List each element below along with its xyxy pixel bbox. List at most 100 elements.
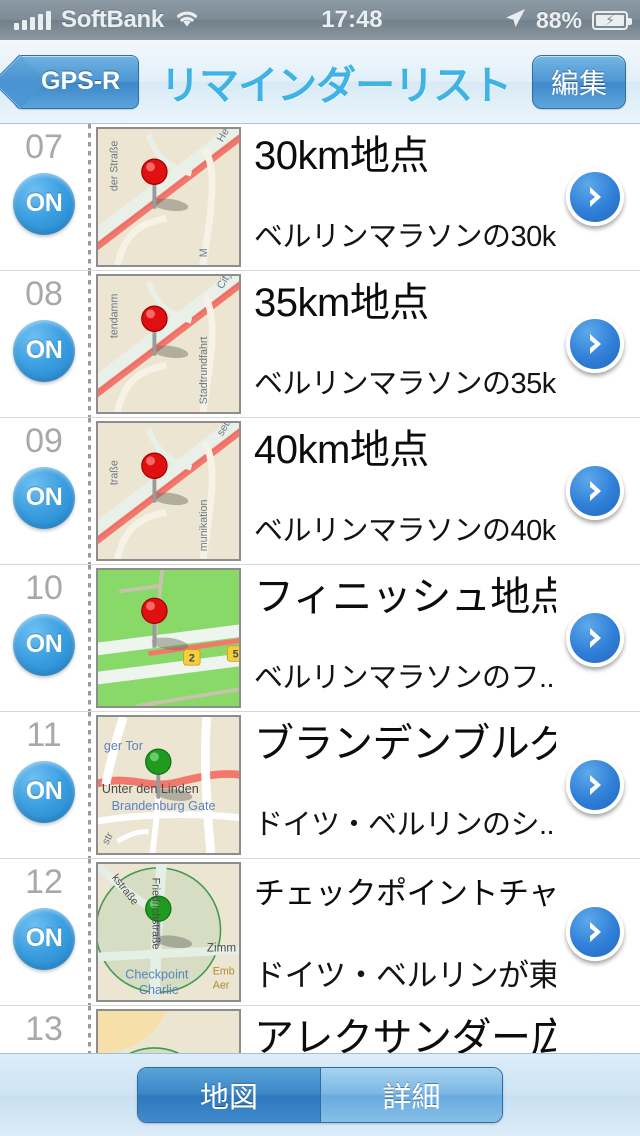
- row-title: ブランデンブルグ門: [254, 722, 556, 766]
- disclosure-chevron-icon[interactable]: [566, 756, 624, 814]
- row-thumbnail-column: traße seum für munikation: [88, 418, 242, 564]
- map-thumbnail-art: der Straße He M: [98, 129, 239, 265]
- bottom-toolbar: 地図 詳細: [0, 1053, 640, 1136]
- status-clock: 17:48: [321, 6, 383, 33]
- row-title: チェックポイントチャーリー: [254, 876, 556, 911]
- row-text-column: 40km地点 ベルリンマラソンの40k...: [242, 418, 640, 564]
- reorder-dotted-separator: [88, 1006, 91, 1053]
- svg-text:der Straße: der Straße: [108, 141, 120, 192]
- map-thumbnail[interactable]: Galeria Kaufhof: [96, 1009, 241, 1053]
- row-number: 13: [25, 1010, 63, 1048]
- row-title: フィニッシュ地点: [254, 575, 556, 619]
- svg-text:Charlie: Charlie: [139, 983, 179, 997]
- navigation-bar: GPS-R リマインダーリスト 編集: [0, 40, 640, 124]
- svg-text:Stadtrundfahrt: Stadtrundfahrt: [198, 337, 210, 405]
- wifi-icon: [174, 8, 200, 33]
- map-thumbnail-art: 2 5: [98, 570, 239, 706]
- row-thumbnail-column: ger Tor Unter den Linden Brandenburg Gat…: [88, 712, 242, 858]
- row-subtitle: ベルリンマラソンの35k...: [254, 369, 556, 401]
- reminder-row[interactable]: 08 ON tendamm City-Circle Stadtrundfahrt…: [0, 271, 640, 418]
- row-thumbnail-column: kstraße Friedrichstraße Zimm Emb Aer Che…: [88, 859, 242, 1005]
- row-number: 08: [25, 275, 63, 313]
- signal-strength-icon: [14, 10, 51, 30]
- row-toggle-badge[interactable]: ON: [13, 760, 75, 823]
- battery-percent-label: 88%: [535, 6, 582, 33]
- row-thumbnail-column: tendamm City-Circle Stadtrundfahrt: [88, 271, 242, 417]
- status-bar: SoftBank 17:48 88% ⚡: [0, 0, 640, 40]
- map-thumbnail[interactable]: 2 5: [96, 568, 241, 708]
- segment-detail[interactable]: 詳細: [320, 1068, 502, 1122]
- back-button[interactable]: GPS-R: [14, 54, 140, 109]
- carrier-label: SoftBank: [61, 6, 164, 33]
- edit-button-label: 編集: [550, 67, 607, 99]
- svg-text:Checkpoint: Checkpoint: [125, 968, 189, 982]
- row-number: 09: [25, 422, 63, 460]
- row-index-column: 07 ON: [0, 124, 88, 270]
- reminder-row[interactable]: 12 ON kstraße Friedrichstraße Zimm Emb A…: [0, 859, 640, 1006]
- map-thumbnail-art: traße seum für munikation: [98, 423, 239, 559]
- row-subtitle: ドイツ・ベルリンのシ...: [254, 810, 556, 842]
- disclosure-chevron-icon[interactable]: [566, 609, 624, 667]
- reorder-dotted-separator: [88, 271, 91, 417]
- reminder-row[interactable]: 11 ON ger Tor Unter den Linden Brandenbu…: [0, 712, 640, 859]
- row-number: 10: [25, 569, 63, 607]
- disclosure-chevron-icon[interactable]: [566, 903, 624, 961]
- svg-text:Brandenburg Gate: Brandenburg Gate: [112, 799, 216, 813]
- reorder-dotted-separator: [88, 124, 91, 270]
- row-index-column: 11 ON: [0, 712, 88, 858]
- row-text-column: 35km地点 ベルリンマラソンの35k...: [242, 271, 640, 417]
- reorder-dotted-separator: [88, 712, 91, 858]
- reorder-dotted-separator: [88, 418, 91, 564]
- map-thumbnail-art: Galeria Kaufhof: [98, 1011, 239, 1053]
- row-subtitle: ベルリンマラソンの40k...: [254, 516, 556, 548]
- svg-text:Unter den Linden: Unter den Linden: [102, 782, 199, 796]
- map-thumbnail[interactable]: der Straße He M: [96, 127, 241, 267]
- row-toggle-badge[interactable]: ON: [13, 319, 75, 382]
- row-text-column: アレクサンダー広場: [242, 1006, 640, 1053]
- map-thumbnail[interactable]: kstraße Friedrichstraße Zimm Emb Aer Che…: [96, 862, 241, 1002]
- row-text-column: フィニッシュ地点 ベルリンマラソンのフ...: [242, 565, 640, 711]
- status-bar-right: 88% ⚡: [504, 7, 640, 34]
- reminder-row[interactable]: 10 ON 2 5 フィニッシュ地点 ベルリンマラソンのフ...: [0, 565, 640, 712]
- svg-text:5: 5: [233, 648, 239, 660]
- map-thumbnail[interactable]: tendamm City-Circle Stadtrundfahrt: [96, 274, 241, 414]
- row-subtitle: ベルリンマラソンのフ...: [254, 663, 556, 695]
- view-mode-segmented-control[interactable]: 地図 詳細: [137, 1067, 503, 1123]
- segment-map[interactable]: 地図: [138, 1068, 320, 1122]
- map-thumbnail[interactable]: traße seum für munikation: [96, 421, 241, 561]
- reorder-dotted-separator: [88, 565, 91, 711]
- status-bar-center: 17:48: [200, 6, 504, 34]
- row-subtitle: ドイツ・ベルリンが東...: [254, 958, 556, 993]
- svg-text:munikation: munikation: [198, 500, 210, 552]
- row-toggle-badge[interactable]: ON: [13, 466, 75, 529]
- row-text-column: チェックポイントチャーリー ドイツ・ベルリンが東...: [242, 859, 640, 1005]
- svg-text:ger Tor: ger Tor: [104, 739, 143, 753]
- svg-text:Emb: Emb: [213, 966, 235, 978]
- row-toggle-badge[interactable]: ON: [13, 907, 75, 970]
- disclosure-chevron-icon[interactable]: [566, 168, 624, 226]
- row-title: 40km地点: [254, 428, 429, 472]
- row-toggle-badge[interactable]: ON: [13, 613, 75, 676]
- reminder-row[interactable]: 09 ON traße seum für munikation 40km地点: [0, 418, 640, 565]
- row-index-column: 08 ON: [0, 271, 88, 417]
- reminder-row[interactable]: 07 ON der Straße He M 30km地点 ベルリンマラソンの30…: [0, 124, 640, 271]
- row-title: 35km地点: [254, 281, 429, 325]
- disclosure-chevron-icon[interactable]: [566, 462, 624, 520]
- row-text-column: 30km地点 ベルリンマラソンの30k...: [242, 124, 640, 270]
- row-title: アレクサンダー広場: [254, 1016, 556, 1053]
- row-text-column: ブランデンブルグ門 ドイツ・ベルリンのシ...: [242, 712, 640, 858]
- reminder-row[interactable]: 13 ON Galeria Kaufhof アレクサンダー広場: [0, 1006, 640, 1053]
- status-bar-left: SoftBank: [0, 6, 200, 34]
- disclosure-chevron-icon[interactable]: [566, 315, 624, 373]
- svg-text:Zimm: Zimm: [207, 941, 236, 954]
- map-thumbnail-art: tendamm City-Circle Stadtrundfahrt: [98, 276, 239, 412]
- map-thumbnail[interactable]: ger Tor Unter den Linden Brandenburg Gat…: [96, 715, 241, 855]
- battery-charging-icon: ⚡: [592, 10, 632, 30]
- svg-text:Friedrichstraße: Friedrichstraße: [149, 878, 161, 950]
- reminder-list[interactable]: 07 ON der Straße He M 30km地点 ベルリンマラソンの30…: [0, 124, 640, 1053]
- edit-button[interactable]: 編集: [531, 54, 626, 109]
- row-index-column: 12 ON: [0, 859, 88, 1005]
- row-toggle-badge[interactable]: ON: [13, 172, 75, 235]
- location-arrow-icon: [504, 7, 526, 34]
- row-number: 11: [26, 716, 62, 754]
